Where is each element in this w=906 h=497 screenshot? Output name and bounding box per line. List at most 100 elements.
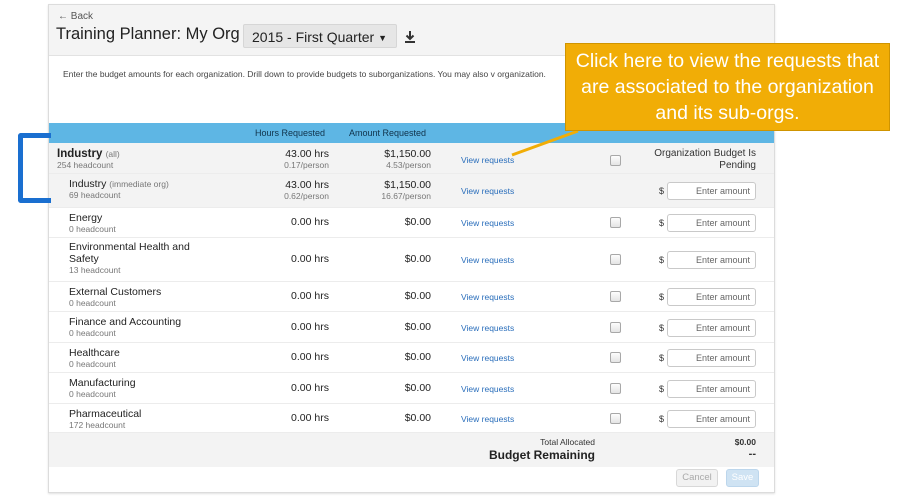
headcount: 0 headcount: [69, 224, 116, 234]
headcount: 0 headcount: [69, 328, 116, 338]
amount-cell: $0.00: [405, 383, 431, 394]
view-requests-link[interactable]: View requests: [461, 155, 514, 165]
org-name[interactable]: Energy 0 headcount: [69, 212, 116, 234]
amount-cell: $0.00: [405, 322, 431, 333]
view-requests-link[interactable]: View requests: [461, 255, 514, 265]
instructions-text: Enter the budget amounts for each organi…: [63, 69, 546, 79]
review-checkbox[interactable]: [610, 413, 621, 424]
amount-value: $1,150.00: [384, 148, 431, 160]
org-name[interactable]: Finance and Accounting 0 headcount: [69, 316, 181, 338]
save-button[interactable]: Save: [726, 469, 759, 487]
hours-value: 43.00 hrs: [285, 179, 329, 191]
budget-amount-input[interactable]: [667, 410, 756, 428]
org-name[interactable]: Healthcare 0 headcount: [69, 347, 120, 369]
table-row-top-org: Industry (all) 254 headcount 43.00 hrs 0…: [49, 143, 774, 174]
view-requests-link[interactable]: View requests: [461, 384, 514, 394]
org-name-text: Environmental Health and Safety: [69, 241, 190, 265]
amount-per-person: 16.67/person: [381, 191, 431, 201]
hours-value: 0.00 hrs: [291, 321, 329, 333]
currency-symbol: $: [659, 218, 665, 228]
budget-remaining-label: Budget Remaining: [488, 448, 595, 462]
hours-cell: 0.00 hrs: [291, 322, 329, 333]
hours-value: 43.00 hrs: [285, 148, 329, 160]
org-name-text: External Customers: [69, 286, 162, 298]
view-requests-link[interactable]: View requests: [461, 218, 514, 228]
review-checkbox[interactable]: [610, 383, 621, 394]
org-tag: (all): [105, 149, 120, 159]
budget-amount-input[interactable]: [667, 319, 756, 337]
review-checkbox[interactable]: [610, 322, 621, 333]
currency-symbol: $: [659, 353, 665, 363]
back-link[interactable]: ← Back: [58, 11, 93, 22]
budget-amount-input[interactable]: [667, 251, 756, 269]
hours-value: 0.00 hrs: [291, 351, 329, 363]
headcount: 0 headcount: [69, 298, 116, 308]
org-name-text: Finance and Accounting: [69, 316, 182, 328]
hours-cell: 0.00 hrs: [291, 352, 329, 363]
hours-value: 0.00 hrs: [291, 216, 329, 228]
hours-per-person: 0.62/person: [284, 191, 329, 201]
view-requests-link[interactable]: View requests: [461, 353, 514, 363]
budget-pending-status: Organization Budget Is Pending: [654, 148, 756, 171]
amount-value: $0.00: [404, 382, 431, 394]
table-row: External Customers 0 headcount 0.00 hrs $0.…: [49, 282, 774, 312]
budget-amount-input[interactable]: [667, 214, 756, 232]
amount-per-person: 4.53/person: [386, 160, 431, 170]
col-hours-requested: Hours Requested: [255, 128, 326, 138]
org-name-text: Manufacturing: [69, 377, 136, 389]
view-requests-link[interactable]: View requests: [461, 186, 514, 196]
hours-cell: 0.00 hrs: [291, 291, 329, 302]
download-icon[interactable]: [403, 29, 417, 45]
org-name[interactable]: Industry (immediate org) 69 headcount: [69, 178, 169, 200]
view-requests-link[interactable]: View requests: [461, 414, 514, 424]
budget-amount-input[interactable]: [667, 288, 756, 306]
hours-cell: 0.00 hrs: [291, 254, 329, 265]
org-name[interactable]: External Customers 0 headcount: [69, 286, 161, 308]
review-checkbox[interactable]: [610, 217, 621, 228]
hours-cell: 43.00 hrs 0.62/person: [284, 180, 329, 202]
currency-symbol: $: [659, 414, 665, 424]
amount-cell: $1,150.00 16.67/person: [381, 180, 431, 202]
org-name[interactable]: Pharmaceutical 172 headcount: [69, 408, 141, 430]
period-dropdown[interactable]: 2015 - First Quarter ▼: [243, 24, 397, 48]
cancel-button[interactable]: Cancel: [676, 469, 718, 487]
budget-amount-input[interactable]: [667, 349, 756, 367]
org-name[interactable]: Industry (all) 254 headcount: [57, 148, 120, 170]
period-value: 2015 - First Quarter: [252, 29, 375, 45]
view-requests-link[interactable]: View requests: [461, 292, 514, 302]
currency-symbol: $: [659, 186, 665, 196]
amount-cell: $0.00: [405, 254, 431, 265]
hours-value: 0.00 hrs: [291, 253, 329, 265]
review-checkbox[interactable]: [610, 291, 621, 302]
budget-amount-input[interactable]: [667, 380, 756, 398]
table-row: Industry (immediate org) 69 headcount 43.0…: [49, 174, 774, 208]
amount-cell: $0.00: [405, 217, 431, 228]
table-row: Pharmaceutical 172 headcount 0.00 hrs $0.00…: [49, 404, 774, 433]
view-requests-link[interactable]: View requests: [461, 323, 514, 333]
headcount: 69 headcount: [69, 190, 121, 200]
amount-value: $0.00: [404, 351, 431, 363]
org-name[interactable]: Manufacturing 0 headcount: [69, 377, 136, 399]
total-allocated-value: $0.00: [734, 437, 756, 447]
amount-value: $0.00: [404, 253, 431, 265]
review-checkbox[interactable]: [610, 254, 621, 265]
review-checkbox[interactable]: [610, 155, 621, 166]
amount-value: $0.00: [404, 321, 431, 333]
budget-amount-input[interactable]: [667, 182, 756, 200]
col-amount-requested: Amount Requested: [349, 128, 427, 138]
table-row: Healthcare 0 headcount 0.00 hrs $0.00 View r…: [49, 343, 774, 373]
totals-row: Total Allocated Budget Remaining $0.00 -…: [49, 433, 774, 467]
page-title: Training Planner: My Org: [56, 25, 240, 43]
currency-symbol: $: [659, 292, 665, 302]
org-name-text: Healthcare: [69, 347, 120, 359]
review-checkbox[interactable]: [610, 352, 621, 363]
hours-value: 0.00 hrs: [291, 382, 329, 394]
budget-remaining-value: --: [748, 448, 756, 460]
hours-value: 0.00 hrs: [291, 412, 329, 424]
currency-symbol: $: [659, 323, 665, 333]
amount-cell: $1,150.00 4.53/person: [384, 149, 431, 171]
table-row: Energy 0 headcount 0.00 hrs $0.00 View reque…: [49, 208, 774, 238]
org-name-text: Energy: [69, 212, 103, 224]
amount-value: $0.00: [404, 290, 431, 302]
org-name[interactable]: Environmental Health and Safety 13 headco…: [69, 241, 209, 275]
